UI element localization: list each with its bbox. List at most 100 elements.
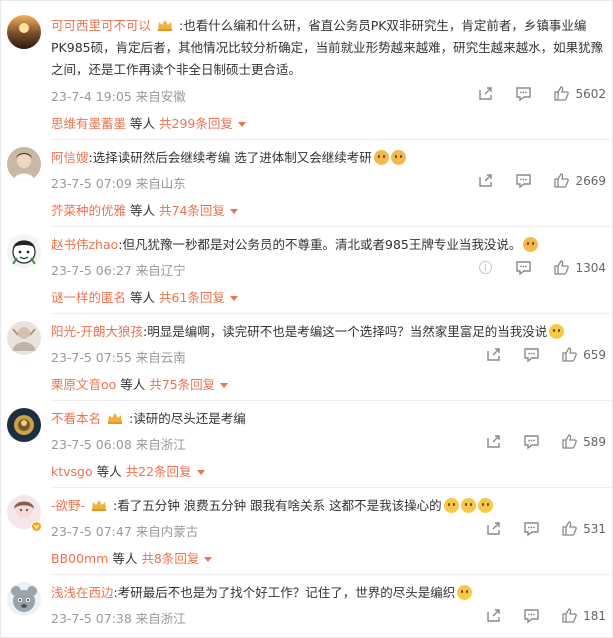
username-link[interactable]: 不看本名 bbox=[51, 411, 101, 426]
thumbs-up-icon bbox=[562, 608, 577, 623]
reply-button[interactable] bbox=[515, 172, 532, 189]
reply-summary[interactable]: BB00mm 等人 共8条回复 bbox=[51, 548, 213, 567]
comment-time-location: 23-7-5 07:38 来自浙江 bbox=[51, 611, 186, 626]
reply-summary[interactable]: 思维有墨蓄墨 等人 共299条回复 bbox=[51, 113, 246, 132]
comment-content: :看了五分钟 浪费五分钟 跟我有啥关系 这都不是我该操心的 bbox=[113, 498, 442, 513]
share-button[interactable] bbox=[485, 433, 502, 450]
reward-button[interactable] bbox=[477, 259, 494, 276]
reply-others: 等人 bbox=[112, 551, 138, 566]
avatar[interactable] bbox=[7, 582, 41, 616]
avatar[interactable] bbox=[7, 147, 41, 181]
chevron-down-icon bbox=[237, 122, 246, 127]
reply-summary[interactable]: 栗原文音oo 等人 共75条回复 bbox=[51, 374, 229, 393]
share-button[interactable] bbox=[485, 607, 502, 624]
divider bbox=[51, 139, 612, 140]
divider bbox=[51, 313, 612, 314]
reply-count: 共74条回复 bbox=[159, 203, 225, 218]
chevron-down-icon bbox=[196, 470, 205, 475]
comment-text: 不看本名 :读研的尽头还是考编 bbox=[51, 408, 606, 430]
divider bbox=[51, 226, 612, 227]
like-button[interactable]: 1304 bbox=[553, 259, 606, 276]
like-count: 531 bbox=[583, 521, 606, 536]
like-button[interactable]: 181 bbox=[561, 607, 606, 624]
cat-emoji-icon bbox=[390, 150, 406, 165]
comment-time-location: 23-7-5 06:08 来自浙江 bbox=[51, 437, 186, 452]
reply-count: 共61条回复 bbox=[159, 290, 225, 305]
comment-time-location: 23-7-5 06:27 来自辽宁 bbox=[51, 263, 186, 278]
avatar[interactable] bbox=[7, 234, 41, 268]
like-count: 1304 bbox=[575, 260, 606, 275]
comment-icon bbox=[524, 348, 539, 363]
avatar[interactable] bbox=[7, 321, 41, 355]
chevron-down-icon bbox=[204, 557, 213, 562]
share-button[interactable] bbox=[485, 520, 502, 537]
share-button[interactable] bbox=[477, 85, 494, 102]
like-button[interactable]: 2669 bbox=[553, 172, 606, 189]
verified-badge-icon bbox=[31, 521, 42, 532]
comment-text: 赵书伟zhao:但凡犹豫一秒都是对公务员的不尊重。清北或者985王牌专业当我没说… bbox=[51, 234, 606, 256]
crying-emoji-icon bbox=[460, 498, 476, 513]
comment-icon bbox=[516, 87, 532, 102]
reply-summary[interactable]: 谜一样的匿名 等人 共61条回复 bbox=[51, 287, 238, 306]
reply-others: 等人 bbox=[130, 116, 156, 131]
avatar[interactable] bbox=[7, 15, 41, 49]
username-link[interactable]: 阳光-开朗大狼孩 bbox=[51, 324, 143, 339]
share-button[interactable] bbox=[485, 346, 502, 363]
reply-button[interactable] bbox=[523, 607, 540, 624]
divider bbox=[51, 574, 612, 575]
chevron-down-icon bbox=[220, 383, 229, 388]
reply-button[interactable] bbox=[523, 346, 540, 363]
thumbs-up-icon bbox=[554, 260, 570, 275]
share-icon bbox=[487, 348, 500, 361]
comment-icon bbox=[524, 609, 539, 624]
username-link[interactable]: 可可西里可不可以 bbox=[51, 18, 151, 33]
reply-username: 栗原文音oo bbox=[51, 377, 117, 392]
comment-content: :明显是编啊，读完研不也是考编这一个选择吗？当然家里富足的当我没说 bbox=[143, 324, 548, 339]
comment-time-location: 23-7-5 07:09 来自山东 bbox=[51, 176, 186, 191]
reply-count: 共75条回复 bbox=[149, 377, 216, 392]
reply-others: 等人 bbox=[130, 290, 156, 305]
fan-badge-icon bbox=[92, 500, 107, 511]
thumbs-up-icon bbox=[562, 521, 577, 536]
reply-button[interactable] bbox=[523, 433, 540, 450]
share-icon bbox=[479, 87, 493, 100]
like-count: 589 bbox=[583, 434, 606, 449]
chevron-down-icon bbox=[229, 209, 238, 214]
reply-count: 共8条回复 bbox=[141, 551, 200, 566]
like-button[interactable]: 589 bbox=[561, 433, 606, 450]
divider bbox=[51, 400, 612, 401]
comment-time-location: 23-7-5 07:55 来自云南 bbox=[51, 350, 186, 365]
fan-badge-icon bbox=[108, 413, 122, 424]
share-icon bbox=[487, 609, 500, 622]
reply-count: 共22条回复 bbox=[125, 464, 192, 479]
reply-button[interactable] bbox=[515, 85, 532, 102]
crying-emoji-icon bbox=[477, 498, 493, 513]
reply-username: ktvsgo bbox=[51, 464, 93, 479]
avatar[interactable] bbox=[7, 408, 41, 442]
cat-emoji-icon bbox=[523, 237, 539, 252]
thumbs-up-icon bbox=[554, 173, 570, 188]
comment-time-location: 23-7-4 19:05 来自安徽 bbox=[51, 89, 186, 104]
thumbs-up-icon bbox=[562, 347, 577, 362]
comment-text: 阿信嫂:选择读研然后会继续考编 选了进体制又会继续考研 bbox=[51, 147, 606, 169]
reply-username: 思维有墨蓄墨 bbox=[51, 116, 127, 131]
thumbs-up-icon bbox=[562, 434, 577, 449]
like-button[interactable]: 531 bbox=[561, 520, 606, 537]
reply-button[interactable] bbox=[515, 259, 532, 276]
reply-summary[interactable]: ktvsgo 等人 共22条回复 bbox=[51, 461, 205, 480]
comment-list: 可可西里可不可以 :也看什么编和什么研，省直公务员PK双非研究生，肯定前者，乡镇… bbox=[0, 0, 613, 638]
like-button[interactable]: 5602 bbox=[553, 85, 606, 102]
comment-icon bbox=[516, 261, 532, 276]
comment-icon bbox=[524, 435, 539, 450]
share-icon bbox=[487, 435, 500, 448]
username-link[interactable]: 赵书伟zhao bbox=[51, 237, 118, 252]
like-button[interactable]: 659 bbox=[561, 346, 606, 363]
like-count: 181 bbox=[583, 608, 606, 623]
reply-summary[interactable]: 芥菜种的优雅 等人 共74条回复 bbox=[51, 200, 238, 219]
username-link[interactable]: -欲野- bbox=[51, 498, 85, 513]
like-count: 659 bbox=[583, 347, 606, 362]
share-button[interactable] bbox=[477, 172, 494, 189]
reply-button[interactable] bbox=[523, 520, 540, 537]
username-link[interactable]: 浅浅在西边 bbox=[51, 585, 114, 600]
username-link[interactable]: 阿信嫂 bbox=[51, 150, 89, 165]
